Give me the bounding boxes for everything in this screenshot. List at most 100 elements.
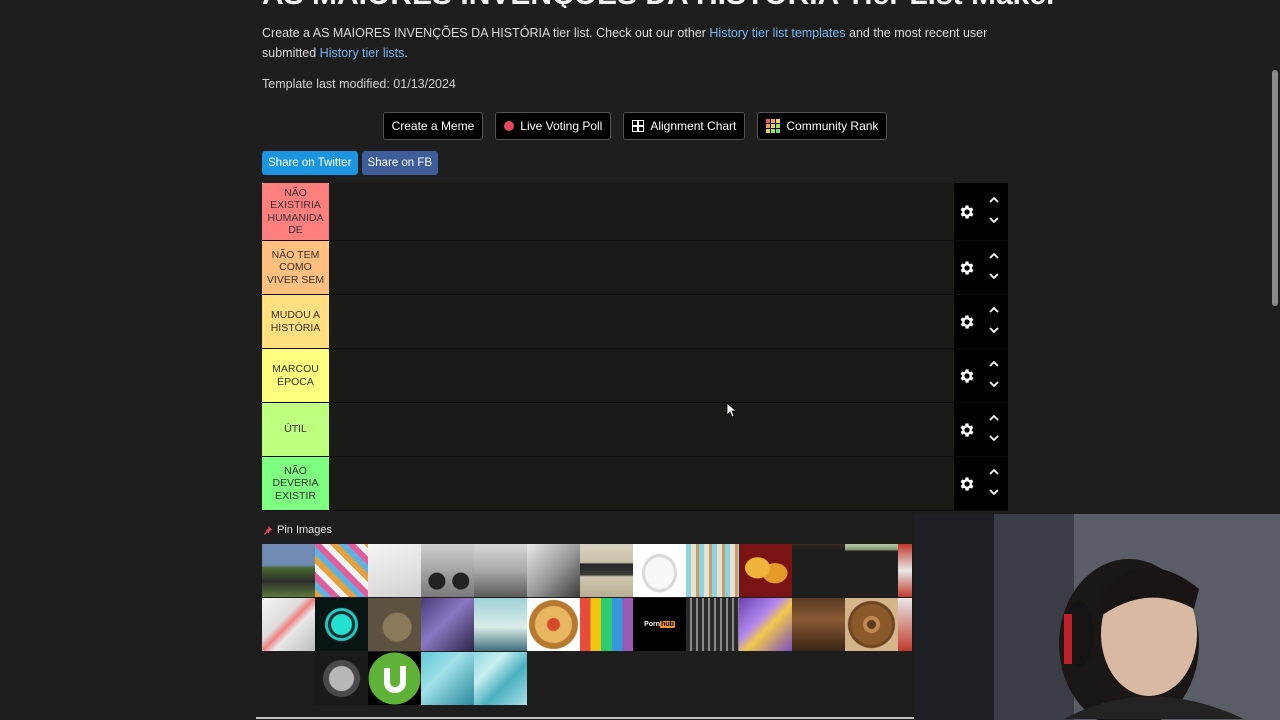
chevron-down-icon[interactable] — [988, 324, 1000, 336]
image-tile[interactable] — [421, 544, 474, 597]
gear-icon[interactable] — [958, 367, 976, 385]
tier-label[interactable]: NÃO DEVERIA EXISTIR — [262, 457, 329, 510]
gear-icon[interactable] — [958, 475, 976, 493]
image-tile[interactable] — [315, 544, 368, 597]
image-tile[interactable] — [739, 544, 792, 597]
chevron-up-icon[interactable] — [988, 304, 1000, 316]
tier-drop-zone[interactable] — [329, 241, 954, 294]
image-tile[interactable]: Porn hub — [633, 598, 686, 651]
image-tile[interactable] — [845, 544, 898, 597]
chevron-up-icon[interactable] — [988, 194, 1000, 206]
alignment-chart-button[interactable]: Alignment Chart — [623, 112, 746, 140]
image-tile[interactable] — [527, 544, 580, 597]
image-tile[interactable] — [315, 652, 368, 705]
image-tile[interactable] — [686, 544, 739, 597]
image-tile[interactable] — [792, 544, 845, 597]
tier-label[interactable]: ÚTIL — [262, 403, 329, 456]
image-tile[interactable] — [474, 652, 527, 705]
tier-controls — [954, 457, 1008, 510]
chevron-up-icon[interactable] — [988, 412, 1000, 424]
image-tile[interactable] — [368, 598, 421, 651]
pin-images-toggle[interactable]: Pin Images — [262, 524, 332, 536]
intro-text: Create a AS MAIORES INVENÇÕES DA HISTÓRI… — [262, 23, 992, 63]
image-tile[interactable] — [421, 598, 474, 651]
gear-icon[interactable] — [958, 203, 976, 221]
chevron-up-icon[interactable] — [988, 358, 1000, 370]
tier-drop-zone[interactable] — [329, 403, 954, 456]
page-title: AS MAIORES INVENÇÕES DA HISTÓRIA Tier Li… — [262, 0, 1162, 8]
tier-drop-zone[interactable] — [329, 457, 954, 510]
image-tile[interactable] — [686, 598, 739, 651]
community-rank-button[interactable]: Community Rank — [757, 112, 888, 140]
live-voting-poll-button[interactable]: Live Voting Poll — [495, 112, 612, 140]
image-tile[interactable] — [792, 598, 845, 651]
chevron-up-icon[interactable] — [988, 466, 1000, 478]
action-buttons: Create a Meme Live Voting Poll Alignment… — [0, 112, 1270, 140]
image-tile[interactable] — [580, 544, 633, 597]
tier-row: ÚTIL — [262, 403, 1008, 457]
image-tile[interactable] — [474, 544, 527, 597]
tier-controls — [954, 403, 1008, 456]
share-buttons: Share on Twitter Share on FB — [262, 151, 439, 175]
create-meme-label: Create a Meme — [391, 119, 475, 133]
share-facebook-button[interactable]: Share on FB — [361, 151, 439, 175]
tier-label[interactable]: MUDOU A HISTÓRIA — [262, 295, 329, 348]
community-rank-label: Community Rank — [786, 119, 879, 133]
image-tile[interactable] — [262, 598, 315, 651]
tier-list: NÃO EXISTIRIA HUMANIDA DE NÃO TEM COMO V… — [262, 183, 1008, 511]
record-dot-icon — [504, 121, 515, 131]
page-scrollbar[interactable] — [1270, 70, 1280, 306]
tile-brand-left: Porn — [644, 621, 661, 628]
image-tile[interactable] — [633, 544, 686, 597]
tier-drop-zone[interactable] — [329, 349, 954, 402]
history-lists-link[interactable]: History tier lists — [320, 46, 405, 60]
tier-label[interactable]: NÃO TEM COMO VIVER SEM — [262, 241, 329, 294]
tier-row: NÃO TEM COMO VIVER SEM — [262, 241, 1008, 295]
chevron-down-icon[interactable] — [988, 486, 1000, 498]
create-meme-button[interactable]: Create a Meme — [382, 112, 484, 140]
intro-prefix: Create a AS MAIORES INVENÇÕES DA HISTÓRI… — [262, 26, 710, 40]
image-tile[interactable] — [262, 544, 315, 597]
tier-row: MUDOU A HISTÓRIA — [262, 295, 1008, 349]
community-rank-icon — [766, 119, 781, 133]
gear-icon[interactable] — [958, 313, 976, 331]
chevron-down-icon[interactable] — [988, 270, 1000, 282]
image-tile[interactable] — [368, 544, 421, 597]
webcam-feed-image — [914, 514, 1280, 720]
template-modified: Template last modified: 01/13/2024 — [262, 77, 456, 91]
image-tile[interactable] — [580, 598, 633, 651]
image-tile[interactable] — [421, 652, 474, 705]
image-tile[interactable] — [474, 598, 527, 651]
image-tile[interactable] — [368, 652, 421, 705]
image-tile[interactable] — [898, 598, 912, 651]
live-voting-poll-label: Live Voting Poll — [520, 119, 603, 133]
tier-controls — [954, 349, 1008, 402]
tier-drop-zone[interactable] — [329, 183, 954, 240]
chevron-up-icon[interactable] — [988, 250, 1000, 262]
chevron-down-icon[interactable] — [988, 378, 1000, 390]
chevron-down-icon[interactable] — [988, 432, 1000, 444]
image-tile[interactable] — [739, 598, 792, 651]
image-tile[interactable] — [845, 598, 898, 651]
grid-icon — [632, 120, 645, 132]
history-templates-link[interactable]: History tier list templates — [709, 26, 845, 40]
gear-icon[interactable] — [958, 421, 976, 439]
image-tile[interactable] — [527, 598, 580, 651]
tier-controls — [954, 295, 1008, 348]
tier-label[interactable]: MARCOU ÉPOCA — [262, 349, 329, 402]
chevron-down-icon[interactable] — [988, 214, 1000, 226]
image-pool: Porn hub — [262, 544, 912, 706]
tier-controls — [954, 183, 1008, 240]
image-tile[interactable] — [898, 544, 912, 597]
divider — [256, 717, 914, 719]
tier-drop-zone[interactable] — [329, 295, 954, 348]
tier-row: MARCOU ÉPOCA — [262, 349, 1008, 403]
utorrent-icon — [368, 652, 421, 705]
tier-label[interactable]: NÃO EXISTIRIA HUMANIDA DE — [262, 183, 329, 240]
share-twitter-button[interactable]: Share on Twitter — [262, 151, 358, 175]
intro-suffix: . — [404, 46, 408, 60]
gear-icon[interactable] — [958, 259, 976, 277]
image-tile[interactable] — [315, 598, 368, 651]
tier-row: NÃO EXISTIRIA HUMANIDA DE — [262, 183, 1008, 241]
tile-brand-right: hub — [660, 621, 675, 628]
